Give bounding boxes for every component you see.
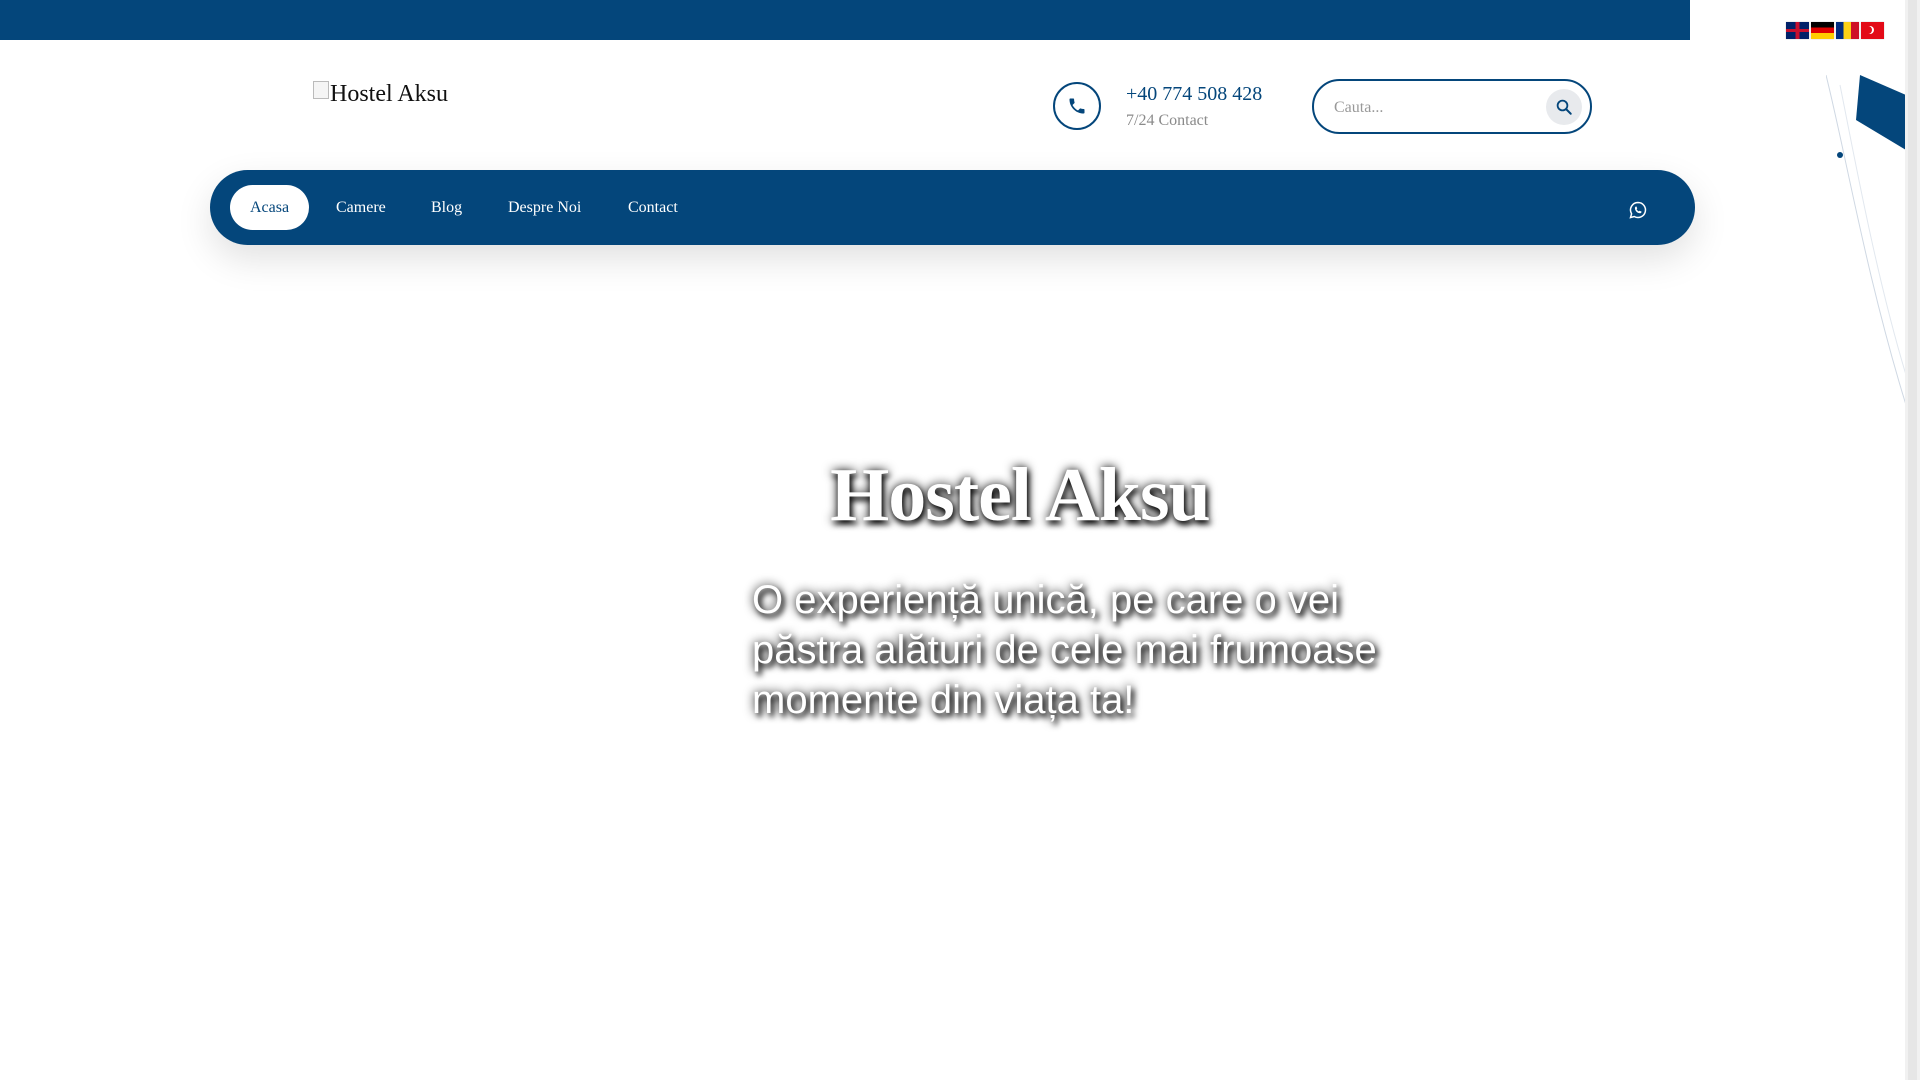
broken-image-icon xyxy=(313,81,329,99)
flag-ro-icon[interactable] xyxy=(1836,22,1859,39)
nav-item-despre-noi[interactable]: Despre Noi xyxy=(508,185,581,230)
phone-subtitle: 7/24 Contact xyxy=(1126,112,1209,129)
decorative-edge-graphic xyxy=(1826,75,1906,406)
whatsapp-icon[interactable] xyxy=(1628,200,1648,220)
flag-tr-icon[interactable] xyxy=(1861,22,1884,39)
search-input[interactable] xyxy=(1332,93,1536,123)
scrollbar-thumb[interactable] xyxy=(1908,0,1917,1080)
site-logo[interactable]: Hostel Aksu xyxy=(313,81,448,108)
page-scrollbar[interactable] xyxy=(1905,0,1920,1080)
logo-alt-text: Hostel Aksu xyxy=(330,81,449,107)
top-bar xyxy=(0,0,1690,40)
nav-item-camere[interactable]: Camere xyxy=(336,185,386,230)
main-nav: Acasa Camere Blog Despre Noi Contact xyxy=(210,170,1695,245)
phone-glyph-icon xyxy=(1069,98,1085,114)
search-box xyxy=(1312,79,1592,134)
flag-de-icon[interactable] xyxy=(1811,22,1834,39)
hero-subtitle: O experiență unică, pe care o vei păstra… xyxy=(752,578,1377,722)
flag-en-icon[interactable] xyxy=(1786,22,1809,39)
nav-item-acasa[interactable]: Acasa xyxy=(230,185,310,230)
search-icon xyxy=(1556,99,1572,115)
phone-number[interactable]: +40 774 508 428 xyxy=(1126,83,1262,106)
phone-icon[interactable] xyxy=(1053,82,1101,130)
search-button[interactable] xyxy=(1546,89,1582,125)
hero-title: Hostel Aksu xyxy=(830,453,1211,537)
nav-item-blog[interactable]: Blog xyxy=(431,185,462,230)
language-switcher xyxy=(1786,22,1884,39)
nav-item-contact[interactable]: Contact xyxy=(628,185,678,230)
